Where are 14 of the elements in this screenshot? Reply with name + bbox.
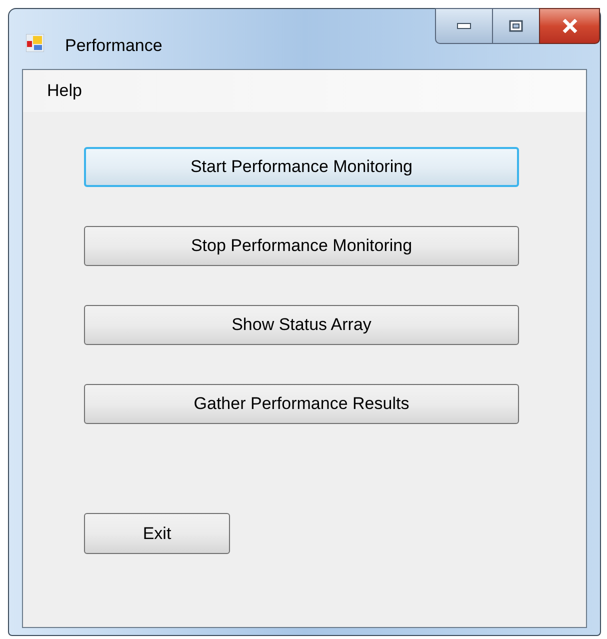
menu-item[interactable]: Help (47, 78, 82, 104)
window-title: Performance (65, 35, 162, 57)
maximize-button[interactable] (493, 8, 539, 44)
action-button[interactable]: Stop Performance Monitoring (84, 226, 519, 266)
action-button[interactable]: Start Performance Monitoring (84, 147, 519, 187)
minimize-icon (457, 23, 471, 29)
exit-button[interactable]: Exit (84, 513, 230, 554)
close-button[interactable] (539, 8, 600, 44)
close-icon (562, 19, 578, 33)
action-button[interactable]: Gather Performance Results (84, 384, 519, 424)
maximize-icon (509, 20, 523, 32)
minimize-button[interactable] (435, 8, 493, 44)
app-icon (26, 34, 44, 52)
action-button[interactable]: Show Status Array (84, 305, 519, 345)
